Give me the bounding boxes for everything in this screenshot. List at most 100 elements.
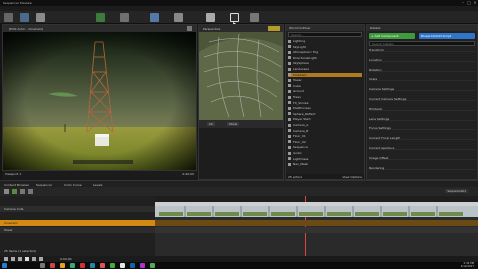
visibility-eye-icon[interactable]: [288, 84, 291, 88]
outliner-item[interactable]: SkySphere: [288, 61, 362, 65]
details-property-row[interactable]: Current Focal Length: [369, 136, 475, 141]
taskbar-app-icon[interactable]: [70, 263, 75, 268]
cinematics-icon[interactable]: [174, 13, 183, 22]
details-property-row[interactable]: Transform: [369, 48, 475, 52]
details-property-row[interactable]: Rendering: [369, 166, 475, 170]
jump-start-icon[interactable]: [4, 257, 8, 261]
visibility-eye-icon[interactable]: [288, 67, 291, 71]
visibility-eye-icon[interactable]: [288, 134, 291, 138]
launch-icon[interactable]: [250, 13, 259, 22]
track-camera-cuts[interactable]: Camera Cuts: [0, 206, 155, 212]
taskbar-app-icon[interactable]: [100, 263, 105, 268]
seq-save-icon[interactable]: [4, 189, 9, 194]
main-viewport[interactable]: [Pilot Actor - CineCam]: [2, 24, 197, 171]
seq-camera-icon[interactable]: [28, 189, 33, 194]
visibility-eye-icon[interactable]: [288, 123, 291, 127]
visibility-eye-icon[interactable]: [288, 50, 291, 54]
outliner-item[interactable]: Nav_Mesh: [288, 162, 362, 166]
visibility-eye-icon[interactable]: [288, 117, 291, 121]
sequencer-timeline[interactable]: [155, 196, 478, 256]
taskbar-app-icon[interactable]: [110, 263, 115, 268]
seq-add-icon[interactable]: [12, 189, 17, 194]
play-forward-icon[interactable]: [25, 257, 29, 261]
outliner-item[interactable]: Player Start: [288, 117, 362, 121]
settings-icon[interactable]: [120, 13, 129, 22]
taskbar-app-icon[interactable]: [80, 263, 85, 268]
details-property-row[interactable]: Rotation: [369, 68, 475, 72]
marketplace-icon[interactable]: [96, 13, 105, 22]
visibility-eye-icon[interactable]: [288, 145, 291, 149]
save-icon[interactable]: [4, 13, 13, 22]
outliner-item[interactable]: Camera_A: [288, 123, 362, 127]
outliner-item[interactable]: Camera_B: [288, 129, 362, 133]
camera-cut-strip[interactable]: [155, 202, 478, 217]
build-icon[interactable]: [206, 13, 215, 22]
visibility-eye-icon[interactable]: [288, 56, 291, 60]
details-property-row[interactable]: Current Aperture: [369, 146, 475, 150]
details-property-row[interactable]: Camera Settings: [369, 87, 475, 92]
taskbar-app-icon[interactable]: [130, 263, 135, 268]
play-icon[interactable]: [230, 13, 239, 28]
taskbar-app-icon[interactable]: [90, 263, 95, 268]
visibility-eye-icon[interactable]: [288, 39, 291, 43]
visibility-eye-icon[interactable]: [288, 129, 291, 133]
content-icon[interactable]: [36, 13, 45, 22]
outliner-item[interactable]: CineCam: [288, 72, 362, 77]
visibility-eye-icon[interactable]: [288, 112, 291, 116]
outliner-item[interactable]: Atmospheric Fog: [288, 50, 362, 54]
viewport-scene[interactable]: [3, 32, 196, 170]
play-reverse-icon[interactable]: [18, 257, 22, 261]
outliner-item[interactable]: Lightmass: [288, 157, 362, 161]
outliner-item[interactable]: Sphere_Reflect: [288, 112, 362, 116]
perspective-scene[interactable]: [199, 32, 283, 120]
outliner-item[interactable]: Tower: [288, 78, 362, 82]
visibility-eye-icon[interactable]: [288, 162, 291, 166]
seq-render-icon[interactable]: [20, 189, 25, 194]
outliner-item[interactable]: Floor_01: [288, 134, 362, 138]
taskbar-app-icon[interactable]: [40, 263, 45, 268]
cinecam-track-bar[interactable]: [155, 220, 478, 226]
taskbar-app-icon[interactable]: [120, 263, 125, 268]
taskbar-app-icon[interactable]: [140, 263, 145, 268]
details-property-row[interactable]: Location: [369, 58, 475, 62]
outliner-item[interactable]: Floor_02: [288, 140, 362, 144]
view-options-button[interactable]: View Options: [342, 175, 362, 179]
visibility-eye-icon[interactable]: [288, 78, 291, 82]
visibility-eye-icon[interactable]: [288, 73, 291, 77]
outliner-search-input[interactable]: Search...: [288, 32, 362, 37]
outliner-item[interactable]: Ground: [288, 89, 362, 93]
visibility-eye-icon[interactable]: [288, 151, 291, 155]
visibility-eye-icon[interactable]: [288, 101, 291, 105]
outliner-item[interactable]: Lighting: [288, 39, 362, 43]
outliner-item[interactable]: Landscape: [288, 67, 362, 71]
visibility-eye-icon[interactable]: [288, 61, 291, 65]
blueprints-icon[interactable]: [150, 13, 159, 22]
details-property-row[interactable]: Image Offset: [369, 156, 475, 160]
taskbar-app-icon[interactable]: [60, 263, 65, 268]
outliner-item[interactable]: DirectionalLight: [288, 56, 362, 60]
details-property-row[interactable]: Current Camera Settings: [369, 97, 475, 101]
details-search-input[interactable]: Search Details: [369, 41, 475, 46]
sequence-name[interactable]: Sequence01: [445, 189, 468, 193]
visibility-eye-icon[interactable]: [288, 157, 291, 161]
step-forward-icon[interactable]: [32, 257, 36, 261]
outliner-item[interactable]: SkyLight: [288, 45, 362, 49]
taskbar-app-icon[interactable]: [50, 263, 55, 268]
outliner-item[interactable]: Cube: [288, 84, 362, 88]
jump-end-icon[interactable]: [39, 257, 43, 261]
visibility-eye-icon[interactable]: [288, 106, 291, 110]
visibility-eye-icon[interactable]: [288, 89, 291, 93]
tower-track-bar[interactable]: [155, 227, 478, 233]
details-property-row[interactable]: Lens Settings: [369, 117, 475, 121]
outliner-item[interactable]: Trees: [288, 95, 362, 99]
step-back-icon[interactable]: [11, 257, 15, 261]
perspective-toggle[interactable]: [268, 26, 280, 31]
track-tower[interactable]: Tower: [0, 227, 155, 233]
outliner-item[interactable]: PostProcess: [288, 106, 362, 110]
outliner-item[interactable]: Sequence: [288, 145, 362, 149]
show-button[interactable]: Show: [227, 122, 240, 126]
lit-button[interactable]: Lit: [207, 122, 215, 126]
visibility-eye-icon[interactable]: [288, 140, 291, 144]
outliner-item[interactable]: FX_Smoke: [288, 101, 362, 105]
source-control-icon[interactable]: [20, 13, 29, 22]
